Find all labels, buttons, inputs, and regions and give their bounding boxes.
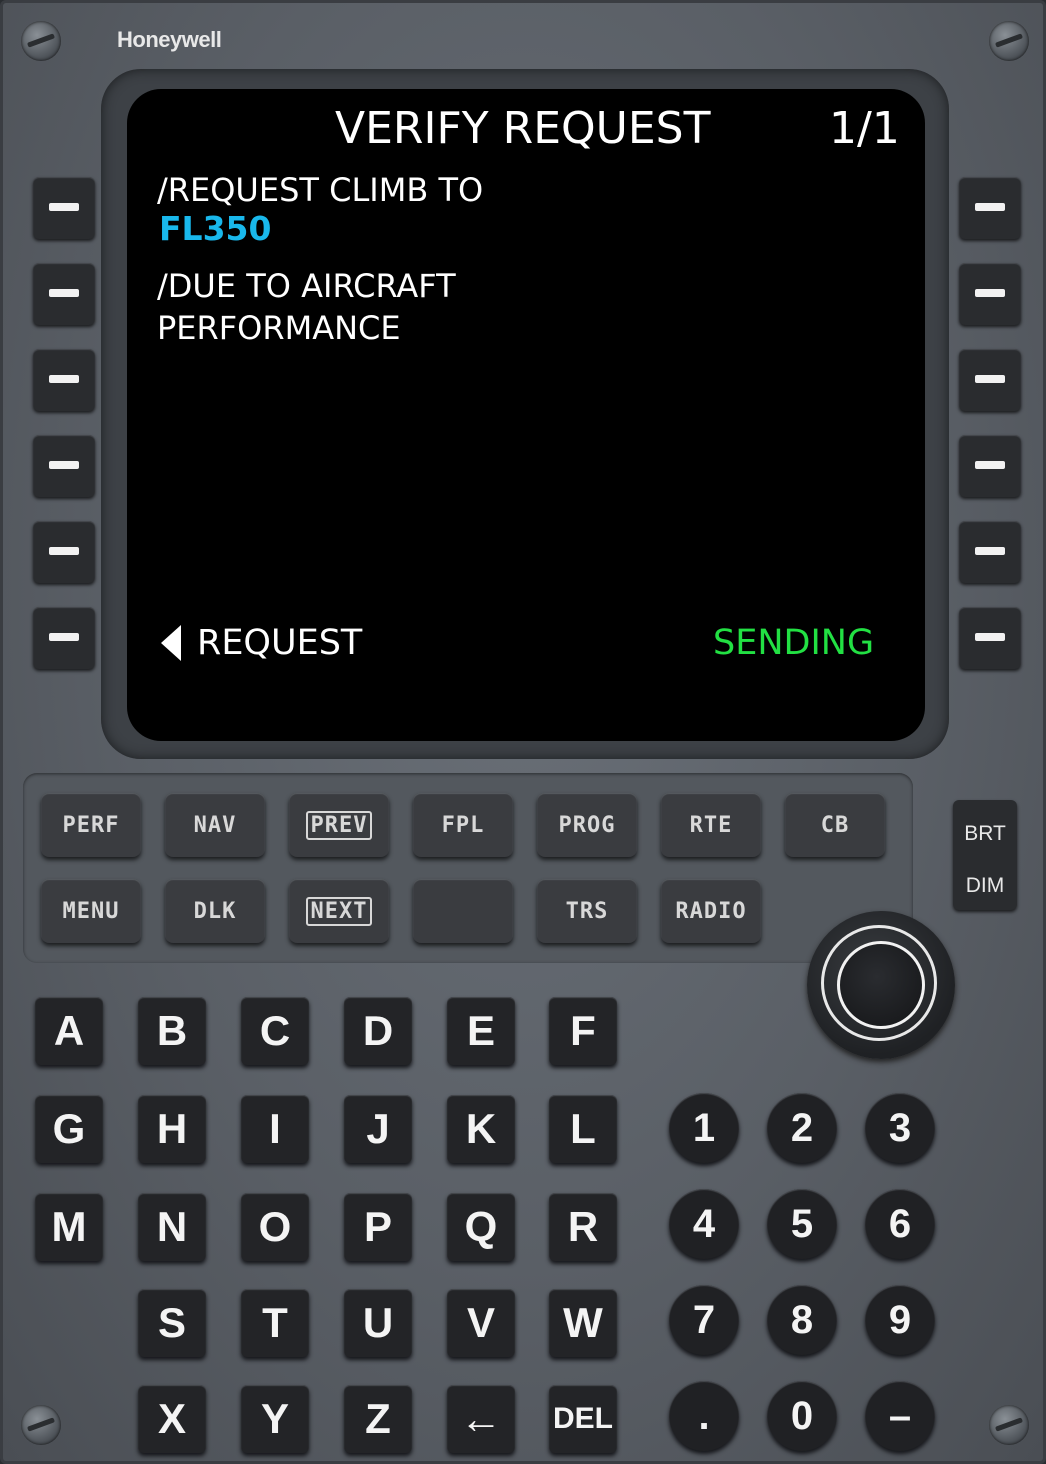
- key-1[interactable]: 1: [669, 1093, 739, 1163]
- key-k[interactable]: K: [447, 1095, 515, 1163]
- lsk-2r[interactable]: [959, 263, 1021, 325]
- key-b[interactable]: B: [138, 997, 206, 1065]
- fpl-key[interactable]: FPL: [413, 793, 513, 857]
- fms-bezel: Honeywell VERIFY REQUEST 1/1 /REQUEST CL…: [0, 0, 1046, 1464]
- key-j[interactable]: J: [344, 1095, 412, 1163]
- prev-key[interactable]: PREV: [289, 793, 389, 857]
- key-i[interactable]: I: [241, 1095, 309, 1163]
- key-0[interactable]: 0: [767, 1381, 837, 1451]
- menu-key[interactable]: MENU: [41, 879, 141, 943]
- key-8[interactable]: 8: [767, 1285, 837, 1355]
- key-w[interactable]: W: [549, 1289, 617, 1357]
- key-4[interactable]: 4: [669, 1189, 739, 1259]
- key-c[interactable]: C: [241, 997, 309, 1065]
- screw-icon: [21, 1405, 61, 1445]
- line2-label: /DUE TO AIRCRAFT: [157, 267, 456, 305]
- lsk-3l[interactable]: [33, 349, 95, 411]
- status-sending: SENDING: [713, 623, 875, 663]
- page-number: 1/1: [829, 103, 900, 154]
- key-l[interactable]: L: [549, 1095, 617, 1163]
- key-7[interactable]: 7: [669, 1285, 739, 1355]
- key-d[interactable]: D: [344, 997, 412, 1065]
- cb-key[interactable]: CB: [785, 793, 885, 857]
- key-o[interactable]: O: [241, 1193, 309, 1261]
- backspace-key[interactable]: ←: [447, 1385, 515, 1453]
- key-a[interactable]: A: [35, 997, 103, 1065]
- screw-icon: [21, 21, 61, 61]
- lsk-6r[interactable]: [959, 607, 1021, 669]
- blank-key[interactable]: [413, 879, 513, 943]
- lsk-5r[interactable]: [959, 521, 1021, 583]
- line1-value: FL350: [159, 209, 272, 248]
- screw-icon: [989, 21, 1029, 61]
- cdu-display: VERIFY REQUEST 1/1 /REQUEST CLIMB TO FL3…: [127, 89, 925, 741]
- rotary-knob[interactable]: [807, 911, 955, 1059]
- perf-key[interactable]: PERF: [41, 793, 141, 857]
- brightness-rocker[interactable]: BRT DIM: [953, 800, 1017, 910]
- key-v[interactable]: V: [447, 1289, 515, 1357]
- dim-label: DIM: [965, 874, 1005, 897]
- key-5[interactable]: 5: [767, 1189, 837, 1259]
- nav-key[interactable]: NAV: [165, 793, 265, 857]
- del-key[interactable]: DEL: [549, 1385, 617, 1453]
- trs-key[interactable]: TRS: [537, 879, 637, 943]
- page-title: VERIFY REQUEST: [335, 103, 711, 154]
- key-q[interactable]: Q: [447, 1193, 515, 1261]
- key-2[interactable]: 2: [767, 1093, 837, 1163]
- lsk-3r[interactable]: [959, 349, 1021, 411]
- key-z[interactable]: Z: [344, 1385, 412, 1453]
- rte-key[interactable]: RTE: [661, 793, 761, 857]
- key-y[interactable]: Y: [241, 1385, 309, 1453]
- key-3[interactable]: 3: [865, 1093, 935, 1163]
- key-p[interactable]: P: [344, 1193, 412, 1261]
- key-t[interactable]: T: [241, 1289, 309, 1357]
- left-arrow-icon: [161, 625, 181, 661]
- lsk-1r[interactable]: [959, 177, 1021, 239]
- lsk-6l[interactable]: [33, 607, 95, 669]
- key-u[interactable]: U: [344, 1289, 412, 1357]
- key-s[interactable]: S: [138, 1289, 206, 1357]
- key-9[interactable]: 9: [865, 1285, 935, 1355]
- line2-value: PERFORMANCE: [157, 309, 401, 347]
- key-r[interactable]: R: [549, 1193, 617, 1261]
- lsk-4r[interactable]: [959, 435, 1021, 497]
- key-m[interactable]: M: [35, 1193, 103, 1261]
- key-h[interactable]: H: [138, 1095, 206, 1163]
- prog-key[interactable]: PROG: [537, 793, 637, 857]
- key-x[interactable]: X: [138, 1385, 206, 1453]
- key-g[interactable]: G: [35, 1095, 103, 1163]
- key-f[interactable]: F: [549, 997, 617, 1065]
- key-e[interactable]: E: [447, 997, 515, 1065]
- key-decimal[interactable]: .: [669, 1381, 739, 1451]
- key-6[interactable]: 6: [865, 1189, 935, 1259]
- key-minus[interactable]: –: [865, 1381, 935, 1451]
- brand-logo: Honeywell: [117, 27, 222, 52]
- lsk-1l[interactable]: [33, 177, 95, 239]
- screw-icon: [989, 1405, 1029, 1445]
- dlk-key[interactable]: DLK: [165, 879, 265, 943]
- next-key[interactable]: NEXT: [289, 879, 389, 943]
- key-n[interactable]: N: [138, 1193, 206, 1261]
- request-prompt: REQUEST: [197, 623, 363, 663]
- radio-key[interactable]: RADIO: [661, 879, 761, 943]
- lsk-5l[interactable]: [33, 521, 95, 583]
- line1-label: /REQUEST CLIMB TO: [157, 171, 484, 209]
- brt-label: BRT: [964, 822, 1006, 845]
- lsk-2l[interactable]: [33, 263, 95, 325]
- lsk-4l[interactable]: [33, 435, 95, 497]
